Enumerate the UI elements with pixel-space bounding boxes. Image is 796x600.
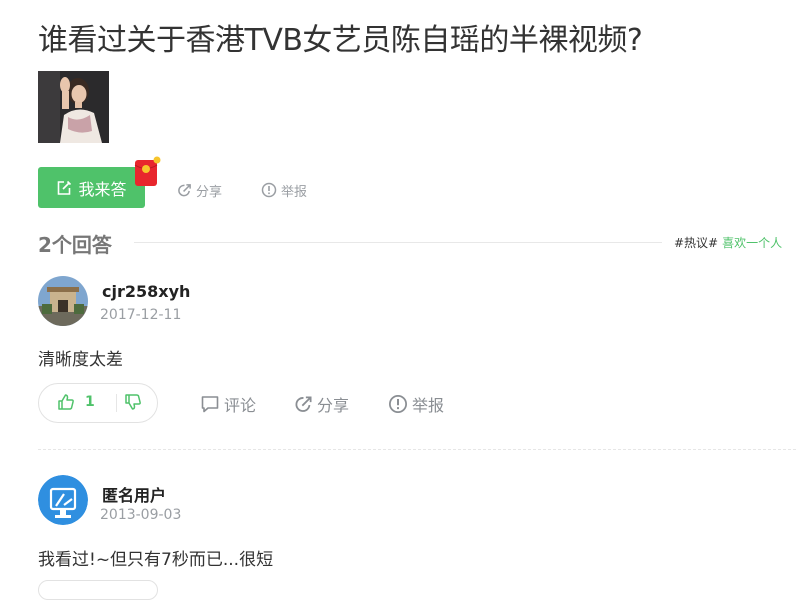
avatar[interactable] xyxy=(38,276,88,326)
vote-box xyxy=(38,580,158,600)
hot-topic[interactable]: #热议# 喜欢一个人 xyxy=(674,234,782,251)
answer-share-button[interactable]: 分享 xyxy=(294,393,349,415)
answer-report-label: 举报 xyxy=(412,396,445,415)
answer-count: 2个回答 xyxy=(38,233,112,257)
thumbs-down-icon xyxy=(125,394,141,410)
answer-report-button[interactable]: 举报 xyxy=(388,393,444,415)
question-image[interactable] xyxy=(38,71,109,143)
edit-icon xyxy=(58,180,72,195)
answer-text: 我看过!~但只有7秒而已...很短 xyxy=(38,550,274,570)
answer-text: 清晰度太差 xyxy=(38,350,123,370)
red-packet-icon[interactable] xyxy=(133,156,161,188)
like-count: 1 xyxy=(85,394,95,410)
question-share-label: 分享 xyxy=(196,184,223,200)
answer-divider xyxy=(38,449,796,450)
comment-icon xyxy=(201,396,219,413)
thumbs-up-icon xyxy=(58,394,74,410)
question-report-label: 举报 xyxy=(281,184,308,200)
report-icon xyxy=(389,395,407,413)
comment-label: 评论 xyxy=(224,396,257,415)
answer-date: 2017-12-11 xyxy=(100,307,182,323)
answer-button[interactable]: 我来答 xyxy=(38,167,145,208)
answer-button-label: 我来答 xyxy=(78,179,127,199)
vote-box: 1 xyxy=(38,383,158,423)
user-avatar-image xyxy=(38,276,88,326)
share-icon xyxy=(178,183,191,196)
answer-share-label: 分享 xyxy=(317,396,350,415)
report-icon xyxy=(261,182,277,198)
hot-topic-link[interactable]: 喜欢一个人 xyxy=(722,236,782,250)
answer-count-divider xyxy=(134,242,662,243)
vote-separator xyxy=(116,394,117,412)
question-report-button[interactable]: 举报 xyxy=(261,180,307,200)
answer-date: 2013-09-03 xyxy=(100,507,182,523)
question-share-button[interactable]: 分享 xyxy=(177,180,222,200)
answer-username[interactable]: 匿名用户 xyxy=(102,482,166,506)
question-title: 谁看过关于香港TVB女艺员陈自瑶的半裸视频? xyxy=(38,23,643,58)
share-icon xyxy=(295,395,312,412)
answer-username[interactable]: cjr258xyh xyxy=(102,282,190,301)
comment-button[interactable]: 评论 xyxy=(200,393,256,415)
hot-topic-tag: #热议# xyxy=(674,236,719,250)
like-button[interactable]: 1 xyxy=(57,393,95,411)
anonymous-avatar-icon[interactable] xyxy=(38,475,88,525)
dislike-button[interactable] xyxy=(124,393,142,415)
question-photo xyxy=(38,71,109,143)
